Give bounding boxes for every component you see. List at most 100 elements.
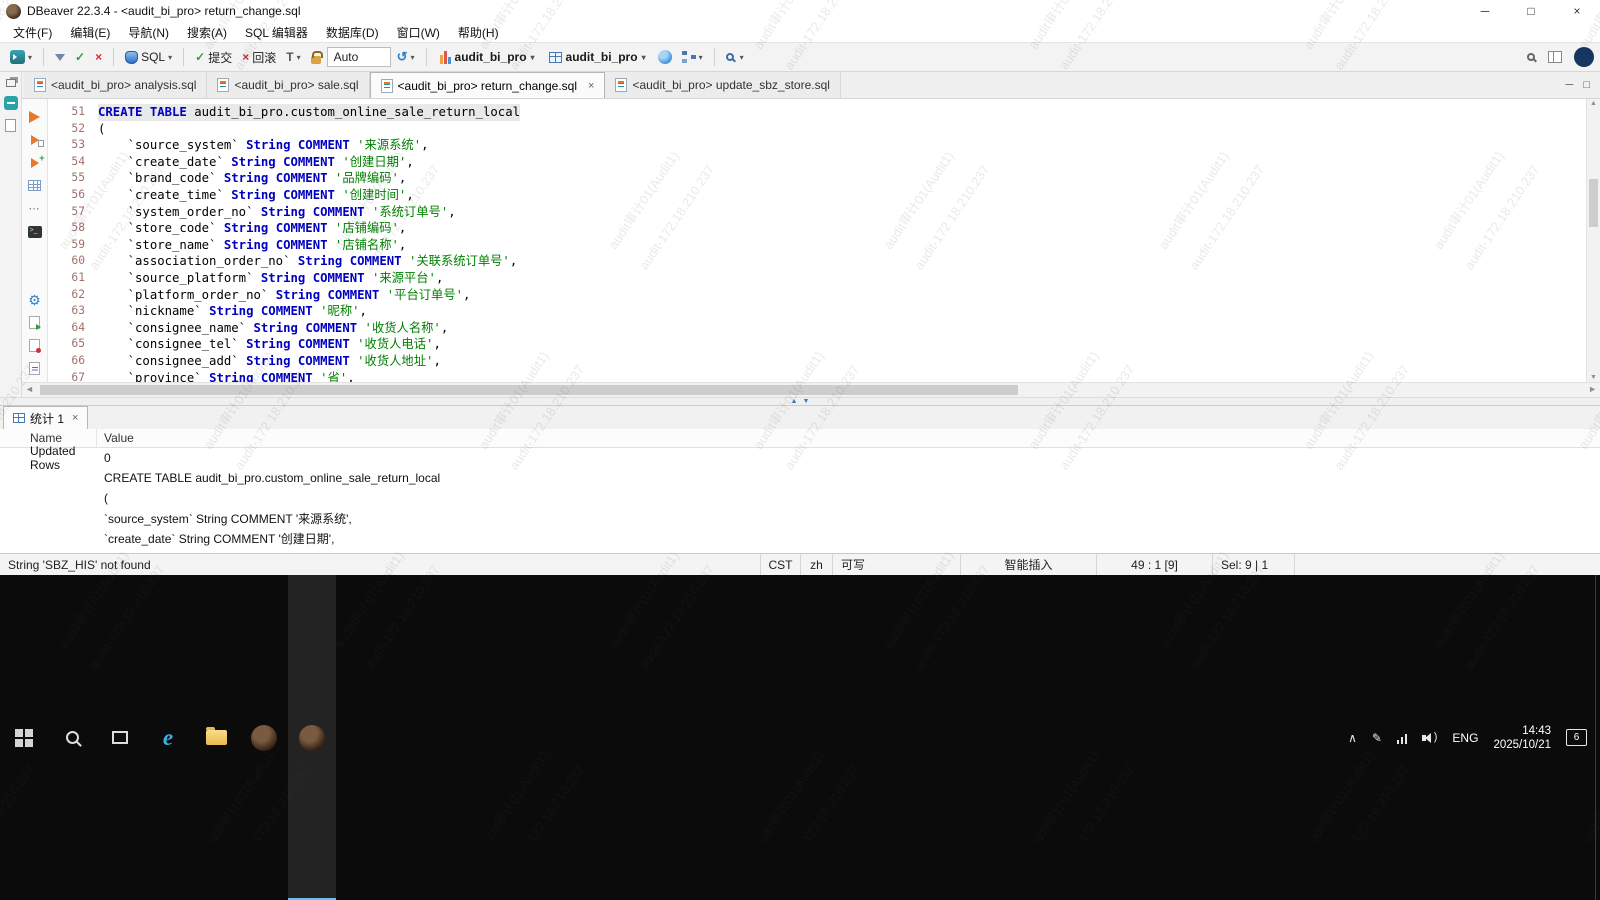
close-tab-icon[interactable]: ×	[72, 412, 78, 424]
internet-explorer-button[interactable]: e	[144, 575, 192, 900]
autocommit-combo[interactable]: Auto	[327, 47, 391, 67]
language-indicator[interactable]: ENG	[1452, 731, 1478, 745]
explain-plan-button[interactable]	[26, 178, 44, 193]
start-button[interactable]	[0, 575, 48, 900]
schema-combo[interactable]: audit_bi_pro ▾	[543, 47, 652, 67]
dbeaver-account-icon[interactable]	[1574, 47, 1594, 67]
stats-row-2[interactable]: (	[0, 488, 1600, 508]
sql-editor[interactable]: 51CREATE TABLE audit_bi_pro.custom_onlin…	[48, 99, 1586, 382]
code-line-63[interactable]: 63 `nickname` String COMMENT '昵称',	[48, 303, 1586, 320]
action-center-icon[interactable]: 6	[1566, 729, 1587, 746]
minimize-button[interactable]: ─	[1462, 0, 1508, 22]
fetch-next-page-button[interactable]	[51, 47, 69, 68]
rollback-button[interactable]: × 回滚	[238, 47, 280, 68]
file-explorer-button[interactable]	[192, 575, 240, 900]
menu-item-4[interactable]: SQL 编辑器	[236, 24, 317, 41]
editor-settings-button[interactable]: ⚙	[26, 292, 44, 307]
globe-button[interactable]	[654, 48, 676, 66]
status-segment-2[interactable]: 可写	[832, 554, 960, 575]
rollback-icon-button[interactable]: ×	[91, 48, 106, 66]
execute-new-tab-button[interactable]: +	[26, 155, 44, 170]
menu-item-3[interactable]: 搜索(A)	[178, 24, 236, 41]
taskbar-clock[interactable]: 14:43 2025/10/21	[1493, 724, 1551, 752]
code-line-60[interactable]: 60 `association_order_no` String COMMENT…	[48, 253, 1586, 270]
more-actions-button[interactable]: ⋯	[26, 201, 44, 216]
column-header-value[interactable]: Value	[97, 431, 134, 445]
maximize-panel-button[interactable]: □	[1583, 79, 1590, 91]
code-line-62[interactable]: 62 `platform_order_no` String COMMENT '平…	[48, 287, 1586, 304]
code-line-53[interactable]: 53 `source_system` String COMMENT '来源系统'…	[48, 137, 1586, 154]
sql-menu-button[interactable]: SQL ▾	[121, 48, 176, 66]
status-segment-1[interactable]: zh	[800, 554, 832, 575]
tab-statistics[interactable]: 统计 1 ×	[3, 406, 88, 429]
taskbar-search-button[interactable]	[48, 575, 96, 900]
templates-button[interactable]	[26, 361, 44, 376]
menu-item-0[interactable]: 文件(F)	[4, 24, 61, 41]
editor-tab-0[interactable]: <audit_bi_pro> analysis.sql	[24, 72, 207, 98]
stats-row-3[interactable]: `source_system` String COMMENT '来源系统',	[0, 508, 1600, 528]
status-segment-5[interactable]: Sel: 9 | 1	[1212, 554, 1294, 575]
stats-row-4[interactable]: `create_date` String COMMENT '创建日期',	[0, 528, 1600, 548]
load-script-button[interactable]	[26, 315, 44, 330]
code-line-64[interactable]: 64 `consignee_name` String COMMENT '收货人名…	[48, 320, 1586, 337]
lock-indicator[interactable]	[307, 49, 325, 66]
scroll-down-icon[interactable]: ▼	[1587, 374, 1600, 381]
code-line-58[interactable]: 58 `store_code` String COMMENT '店铺编码',	[48, 220, 1586, 237]
menu-item-6[interactable]: 窗口(W)	[388, 24, 449, 41]
commit-button[interactable]: ✓ 提交	[191, 47, 236, 68]
vertical-scrollbar[interactable]: ▲ ▼	[1586, 99, 1600, 382]
database-combo[interactable]: audit_bi_pro ▾	[434, 47, 541, 67]
menu-item-1[interactable]: 编辑(E)	[61, 24, 119, 41]
code-line-52[interactable]: 52(	[48, 121, 1586, 138]
maximize-button[interactable]: □	[1508, 0, 1554, 22]
code-line-51[interactable]: 51CREATE TABLE audit_bi_pro.custom_onlin…	[48, 104, 1586, 121]
horizontal-scrollbar[interactable]: ◄ ►	[22, 382, 1600, 397]
show-desktop-button[interactable]	[1595, 575, 1600, 900]
close-button[interactable]: ×	[1554, 0, 1600, 22]
network-icon[interactable]	[1397, 732, 1408, 744]
code-line-65[interactable]: 65 `consignee_tel` String COMMENT '收货人电话…	[48, 336, 1586, 353]
open-console-button[interactable]	[26, 224, 44, 239]
sash-down-icon[interactable]: ▼	[803, 398, 810, 405]
task-view-button[interactable]	[96, 575, 144, 900]
minimize-panel-button[interactable]: ─	[1566, 79, 1574, 91]
code-line-67[interactable]: 67 `province` String COMMENT '省',	[48, 370, 1586, 383]
menu-item-2[interactable]: 导航(N)	[119, 24, 178, 41]
dbeaver-taskbar-button-active[interactable]	[288, 575, 336, 900]
volume-icon[interactable]: )	[1422, 732, 1437, 744]
menu-item-5[interactable]: 数据库(D)	[317, 24, 388, 41]
status-segment-3[interactable]: 智能插入	[960, 554, 1096, 575]
execute-script-button[interactable]	[26, 132, 44, 147]
execute-statement-button[interactable]	[26, 109, 44, 124]
code-line-55[interactable]: 55 `brand_code` String COMMENT '品牌编码',	[48, 170, 1586, 187]
database-navigator-icon[interactable]	[4, 96, 18, 110]
query-history-button[interactable]: ↺ ▾	[393, 47, 419, 67]
editor-tab-1[interactable]: <audit_bi_pro> sale.sql	[207, 72, 369, 98]
search-menu-button[interactable]: ▾	[722, 51, 748, 64]
quick-search-button[interactable]	[1523, 51, 1542, 63]
save-script-button[interactable]	[26, 338, 44, 353]
stats-row-1[interactable]: CREATE TABLE audit_bi_pro.custom_online_…	[0, 468, 1600, 488]
pen-icon[interactable]: ✎	[1372, 731, 1382, 745]
close-tab-icon[interactable]: ×	[588, 80, 594, 92]
status-segment-0[interactable]: CST	[760, 554, 800, 575]
dbeaver-taskbar-button[interactable]	[240, 575, 288, 900]
transaction-mode-button[interactable]: T ▾	[282, 48, 304, 66]
status-segment-4[interactable]: 49 : 1 [9]	[1096, 554, 1212, 575]
horizontal-scroll-thumb[interactable]	[40, 385, 1018, 395]
code-line-66[interactable]: 66 `consignee_add` String COMMENT '收货人地址…	[48, 353, 1586, 370]
scroll-up-icon[interactable]: ▲	[1587, 100, 1600, 107]
sash-up-icon[interactable]: ▲	[791, 398, 798, 405]
editor-tab-2[interactable]: <audit_bi_pro> return_change.sql×	[370, 72, 606, 98]
perspective-button[interactable]	[1544, 49, 1566, 65]
stats-row-0[interactable]: Updated Rows0	[0, 448, 1600, 468]
editor-tab-3[interactable]: <audit_bi_pro> update_sbz_store.sql	[605, 72, 840, 98]
restore-panel-icon[interactable]	[6, 79, 16, 87]
commit-icon-button[interactable]: ✓	[71, 48, 89, 66]
scroll-left-icon[interactable]: ◄	[25, 384, 34, 394]
tray-chevron-up-icon[interactable]: ∧	[1348, 731, 1357, 745]
scroll-right-icon[interactable]: ►	[1588, 384, 1597, 394]
code-line-57[interactable]: 57 `system_order_no` String COMMENT '系统订…	[48, 204, 1586, 221]
code-line-59[interactable]: 59 `store_name` String COMMENT '店铺名称',	[48, 237, 1586, 254]
er-diagram-button[interactable]: ▾	[678, 49, 707, 65]
